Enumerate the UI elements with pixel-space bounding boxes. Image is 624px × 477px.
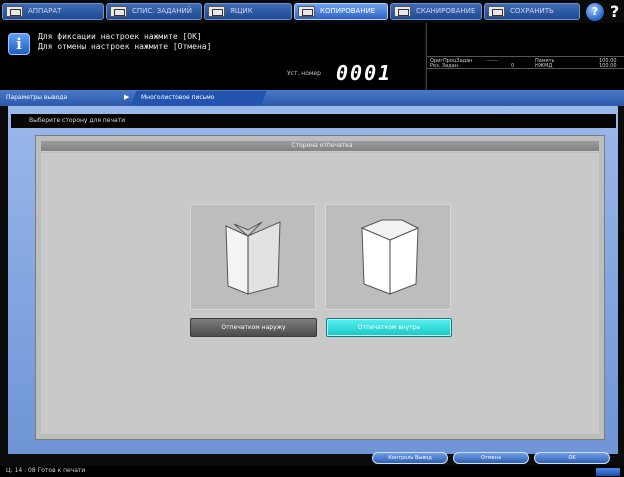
fold-inside-label: Отпечатком внутрь [357, 324, 421, 331]
message-text: Для фиксации настроек нажмите [OK] Для о… [38, 32, 211, 52]
cancel-button[interactable]: Отмена [453, 452, 529, 464]
fold-inside-icon [360, 219, 420, 295]
fold-inside-button[interactable]: Отпечатком внутрь [326, 318, 452, 337]
hdd-label: НЖМД [535, 63, 553, 69]
machine-icon [6, 6, 23, 17]
fold-outside-label: Отпечатком наружу [221, 324, 286, 331]
tab-box[interactable]: ЯЩИК [204, 3, 292, 20]
footer-status: Ц: 14 : 08 Готов к печати [6, 467, 86, 474]
question-icon[interactable]: ? [610, 2, 619, 21]
tab-machine[interactable]: АППАРАТ [2, 3, 104, 20]
panel-body [41, 153, 599, 434]
message-line-1: Для фиксации настроек нажмите [OK] [38, 32, 202, 41]
ok-button[interactable]: OK [534, 452, 610, 464]
network-status-icon [596, 468, 620, 476]
job-list-icon [110, 6, 127, 17]
top-tab-bar: АППАРАТ СПИС. ЗАДАНИЙ ЯЩИК КОПИРОВАНИЕ С… [0, 0, 624, 23]
cancel-label: Отмена [480, 455, 502, 461]
breadcrumb: Параметры вывода ▶ Многолистовое письмо [0, 90, 624, 106]
status-divider [427, 56, 624, 57]
tab-label: СКАНИРОВАНИЕ [416, 7, 476, 15]
set-number-value: 0001 [336, 61, 393, 85]
set-number-label: Уст. номер [287, 70, 321, 77]
panel-title: Сторона отпечатка [291, 142, 353, 149]
hdd-value: 100.00 [599, 63, 617, 69]
help-icon: ? [591, 5, 599, 18]
breadcrumb-parent[interactable]: Параметры вывода [6, 94, 67, 101]
tab-label: СОХРАНИТЬ [510, 7, 554, 15]
tab-label: ЯЩИК [230, 7, 253, 15]
tab-scan[interactable]: СКАНИРОВАНИЕ [390, 3, 482, 20]
info-icon: i [8, 33, 30, 55]
fold-outside-icon [225, 221, 281, 295]
tab-job-list[interactable]: СПИС. ЗАДАНИЙ [106, 3, 202, 20]
message-line-2: Для отмены настроек нажмите [Отмена] [38, 42, 212, 51]
copy-icon [298, 6, 315, 17]
reserve-label: Рез. Задан. [430, 63, 460, 69]
orig-value: ------ [487, 58, 498, 64]
save-icon [488, 6, 505, 17]
breadcrumb-arrow-icon: ▶ [124, 93, 130, 101]
scan-icon [394, 6, 411, 17]
footer-bar [0, 466, 624, 477]
tab-save[interactable]: СОХРАНИТЬ [484, 3, 580, 20]
tab-label: АППАРАТ [28, 7, 62, 15]
box-icon [208, 6, 225, 17]
fold-outside-button[interactable]: Отпечатком наружу [190, 318, 317, 337]
status-panel: ОригПроцЗадан ------ Рез. Задан. 0 Памят… [426, 23, 624, 90]
tab-label: СПИС. ЗАДАНИЙ [132, 7, 192, 15]
help-button[interactable]: ? [586, 3, 604, 21]
message-panel: i Для фиксации настроек нажмите [OK] Для… [0, 23, 424, 90]
tab-copy[interactable]: КОПИРОВАНИЕ [294, 3, 388, 20]
tab-label: КОПИРОВАНИЕ [320, 7, 376, 15]
reserve-value: 0 [511, 63, 515, 69]
breadcrumb-current: Многолистовое письмо [141, 94, 215, 101]
check-output-label: Контроль Вывод [388, 455, 432, 461]
check-output-button[interactable]: Контроль Вывод [372, 452, 448, 464]
ok-label: OK [568, 455, 576, 461]
instruction-text: Выберите сторону для печати [29, 117, 126, 124]
